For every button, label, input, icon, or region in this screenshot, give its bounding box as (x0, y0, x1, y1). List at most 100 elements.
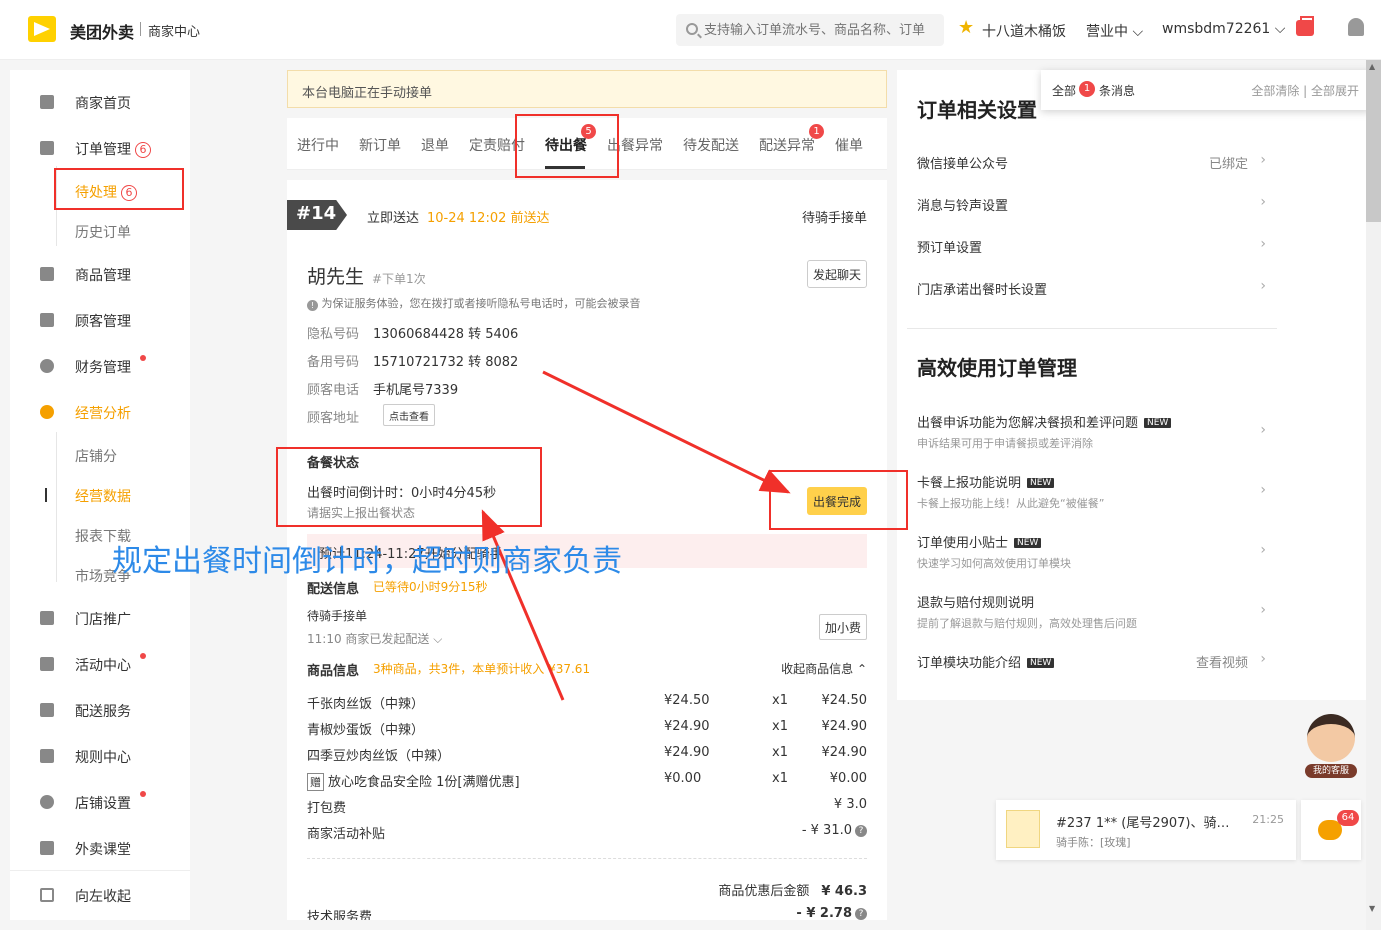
sidebar-item-goods[interactable]: 商品管理 (10, 259, 190, 289)
sidebar-item-activity[interactable]: 活动中心 (10, 649, 190, 679)
collapse-goods-link[interactable]: 收起商品信息 ⌃ (781, 660, 867, 677)
setting-prep-duration[interactable]: 门店承诺出餐时长设置 › (917, 278, 1266, 298)
service-label: 我的客服 (1305, 764, 1357, 778)
tip-stuck-meal[interactable]: 卡餐上报功能说明 NEW 卡餐上报功能上线！从此避免“被催餐” › (917, 472, 1266, 511)
sidebar-item-label: 活动中心 (75, 658, 131, 674)
chat-float-button[interactable]: 64 (1301, 800, 1361, 860)
sidebar-item-label: 顾客管理 (75, 314, 131, 330)
sidebar-item-label: 商品管理 (75, 268, 131, 284)
panel-divider (907, 328, 1277, 329)
delivery-exception-badge: 1 (809, 124, 824, 139)
notification-title: #237 1** (尾号2907)、骑手… (1056, 816, 1241, 831)
sidebar-item-delivery[interactable]: 配送服务 (10, 695, 190, 725)
setting-sound[interactable]: 消息与铃声设置 › (917, 194, 1266, 214)
user-icon (40, 313, 54, 327)
sidebar-sub-business-data[interactable]: 经营数据 (75, 486, 131, 506)
sidebar-sub-history[interactable]: 历史订单 (75, 222, 131, 242)
scroll-down-arrow-icon[interactable]: ▼ (1369, 904, 1375, 913)
search-box[interactable] (676, 14, 944, 46)
search-input[interactable] (704, 20, 938, 40)
message-count-badge: 1 (1079, 81, 1095, 97)
rider-status: 待骑手接单 (801, 211, 867, 226)
annotation-caption: 规定出餐时间倒计时，超时则商家负责 (112, 544, 622, 579)
customer-address-row: 顾客地址 (307, 411, 360, 426)
message-popup: 全部 1 条消息 全部清除 | 全部展开 (1041, 70, 1371, 110)
new-tag: NEW (1027, 478, 1055, 488)
start-chat-button[interactable]: 发起聊天 (807, 260, 867, 288)
tip-order-tips[interactable]: 订单使用小贴士 NEW 快速学习如何高效使用订单模块 › (917, 532, 1266, 571)
sidebar-item-settings[interactable]: 店铺设置 (10, 787, 190, 817)
tip-module-intro[interactable]: 订单模块功能介绍 NEW 查看视频 › (917, 651, 1266, 671)
scrollbar-thumb[interactable] (1366, 60, 1381, 222)
finance-coin-icon (40, 359, 54, 373)
help-icon[interactable]: ? (855, 825, 867, 837)
message-count-text: 条消息 (1099, 84, 1136, 98)
highlight-box-pending (54, 168, 184, 210)
notification-thumbnail (1006, 810, 1040, 848)
sidebar-item-home[interactable]: 商家首页 (10, 87, 190, 117)
tab-delivery-exception[interactable]: 配送异常 (759, 135, 815, 155)
order-notification-card[interactable]: #237 1** (尾号2907)、骑手… 21:25 骑手陈：[玫瑰] (996, 800, 1296, 860)
setting-wechat[interactable]: 微信接单公众号 已绑定 › (917, 152, 1266, 172)
shop-name[interactable]: 十八道木桶饭 (982, 21, 1066, 41)
privacy-tip: ! 为保证服务体验，您在拨打或者接听隐私号电话时，可能会被录音 (307, 295, 641, 311)
top-bar: 美团外卖 商家中心 ★ 十八道木桶饭 营业中 ⌵ wmsbdm72261 ⌵ (0, 0, 1381, 60)
tip-meal-appeal[interactable]: 出餐申诉功能为您解决餐损和差评问题 NEW 申诉结果可用于申请餐损或差评消除 › (917, 412, 1266, 451)
customer-service-button[interactable]: 我的客服 (1305, 714, 1357, 782)
sidebar-item-label: 财务管理 (75, 360, 131, 376)
sidebar-item-promotion[interactable]: 门店推广 (10, 603, 190, 633)
sidebar-item-finance[interactable]: 财务管理 (10, 351, 190, 381)
sidebar-item-rules[interactable]: 规则中心 (10, 741, 190, 771)
tab-refunds[interactable]: 退单 (421, 135, 449, 155)
business-status-dropdown[interactable]: 营业中 ⌵ (1086, 21, 1143, 41)
tab-in-progress[interactable]: 进行中 (297, 135, 339, 155)
sidebar-item-classroom[interactable]: 外卖课堂 (10, 833, 190, 863)
account-dropdown[interactable]: wmsbdm72261 ⌵ (1162, 21, 1285, 37)
sidebar-item-orders[interactable]: 订单管理 6 (10, 133, 190, 163)
tab-reminders[interactable]: 催单 (835, 135, 863, 155)
home-grid-icon (40, 95, 54, 109)
gift-tag: 赠 (307, 773, 324, 791)
printer-icon[interactable] (1296, 16, 1314, 36)
sidebar-item-label: 商家首页 (75, 96, 131, 112)
chat-unread-badge: 64 (1337, 810, 1359, 826)
privacy-number-row: 隐私号码 13060684428 转 5406 (307, 327, 519, 342)
new-tag: NEW (1027, 658, 1055, 668)
scroll-up-arrow-icon[interactable]: ▲ (1369, 62, 1375, 71)
tab-to-dispatch[interactable]: 待发配送 (683, 135, 739, 155)
meituan-logo (28, 16, 56, 42)
chevron-right-icon: › (1260, 651, 1266, 667)
setting-preorder[interactable]: 预订单设置 › (917, 236, 1266, 256)
goods-info-title: 商品信息 (307, 664, 360, 679)
view-address-button[interactable]: 点击查看 (383, 404, 435, 426)
new-tag: NEW (1144, 418, 1172, 428)
sidebar-sub-shop-score[interactable]: 店铺分 (75, 446, 117, 466)
sidebar-item-label: 门店推广 (75, 612, 131, 628)
delivery-wait-time: 已等待0小时9分15秒 (373, 580, 488, 594)
search-icon (686, 23, 698, 35)
help-icon[interactable]: ? (855, 908, 867, 920)
backup-number-row: 备用号码 15710721732 转 8082 (307, 355, 519, 370)
sidebar-item-customers[interactable]: 顾客管理 (10, 305, 190, 335)
sidebar-item-label: 向左收起 (75, 889, 131, 905)
bell-icon[interactable] (1348, 18, 1364, 36)
sidebar-collapse[interactable]: 向左收起 (10, 880, 190, 910)
sidebar-item-analysis[interactable]: 经营分析 (10, 397, 190, 427)
active-marker (45, 488, 47, 502)
new-tag: NEW (1014, 538, 1042, 548)
chevron-right-icon: › (1260, 602, 1266, 618)
delivery-note[interactable]: 11:10 商家已发起配送 ⌵ (307, 630, 442, 647)
chevron-right-icon: › (1260, 236, 1266, 252)
delivery-type: 立即送达 (367, 211, 420, 226)
brand-subtitle: 商家中心 (148, 25, 201, 40)
watch-video-link[interactable]: 查看视频 (1196, 652, 1248, 671)
sidebar-item-label: 规则中心 (75, 750, 131, 766)
message-actions[interactable]: 全部清除 | 全部展开 (1251, 82, 1359, 99)
add-tip-button[interactable]: 加小费 (819, 614, 867, 640)
packing-fee-row: 打包费 ¥ 3.0 (307, 797, 867, 816)
message-filter-all[interactable]: 全部 (1052, 82, 1076, 99)
notification-dot (140, 653, 146, 659)
tab-new-orders[interactable]: 新订单 (359, 135, 401, 155)
notification-sub: 骑手陈：[玫瑰] (1056, 836, 1131, 849)
tip-refund-rules[interactable]: 退款与赔付规则说明 提前了解退款与赔付规则，高效处理售后问题 › (917, 592, 1266, 631)
